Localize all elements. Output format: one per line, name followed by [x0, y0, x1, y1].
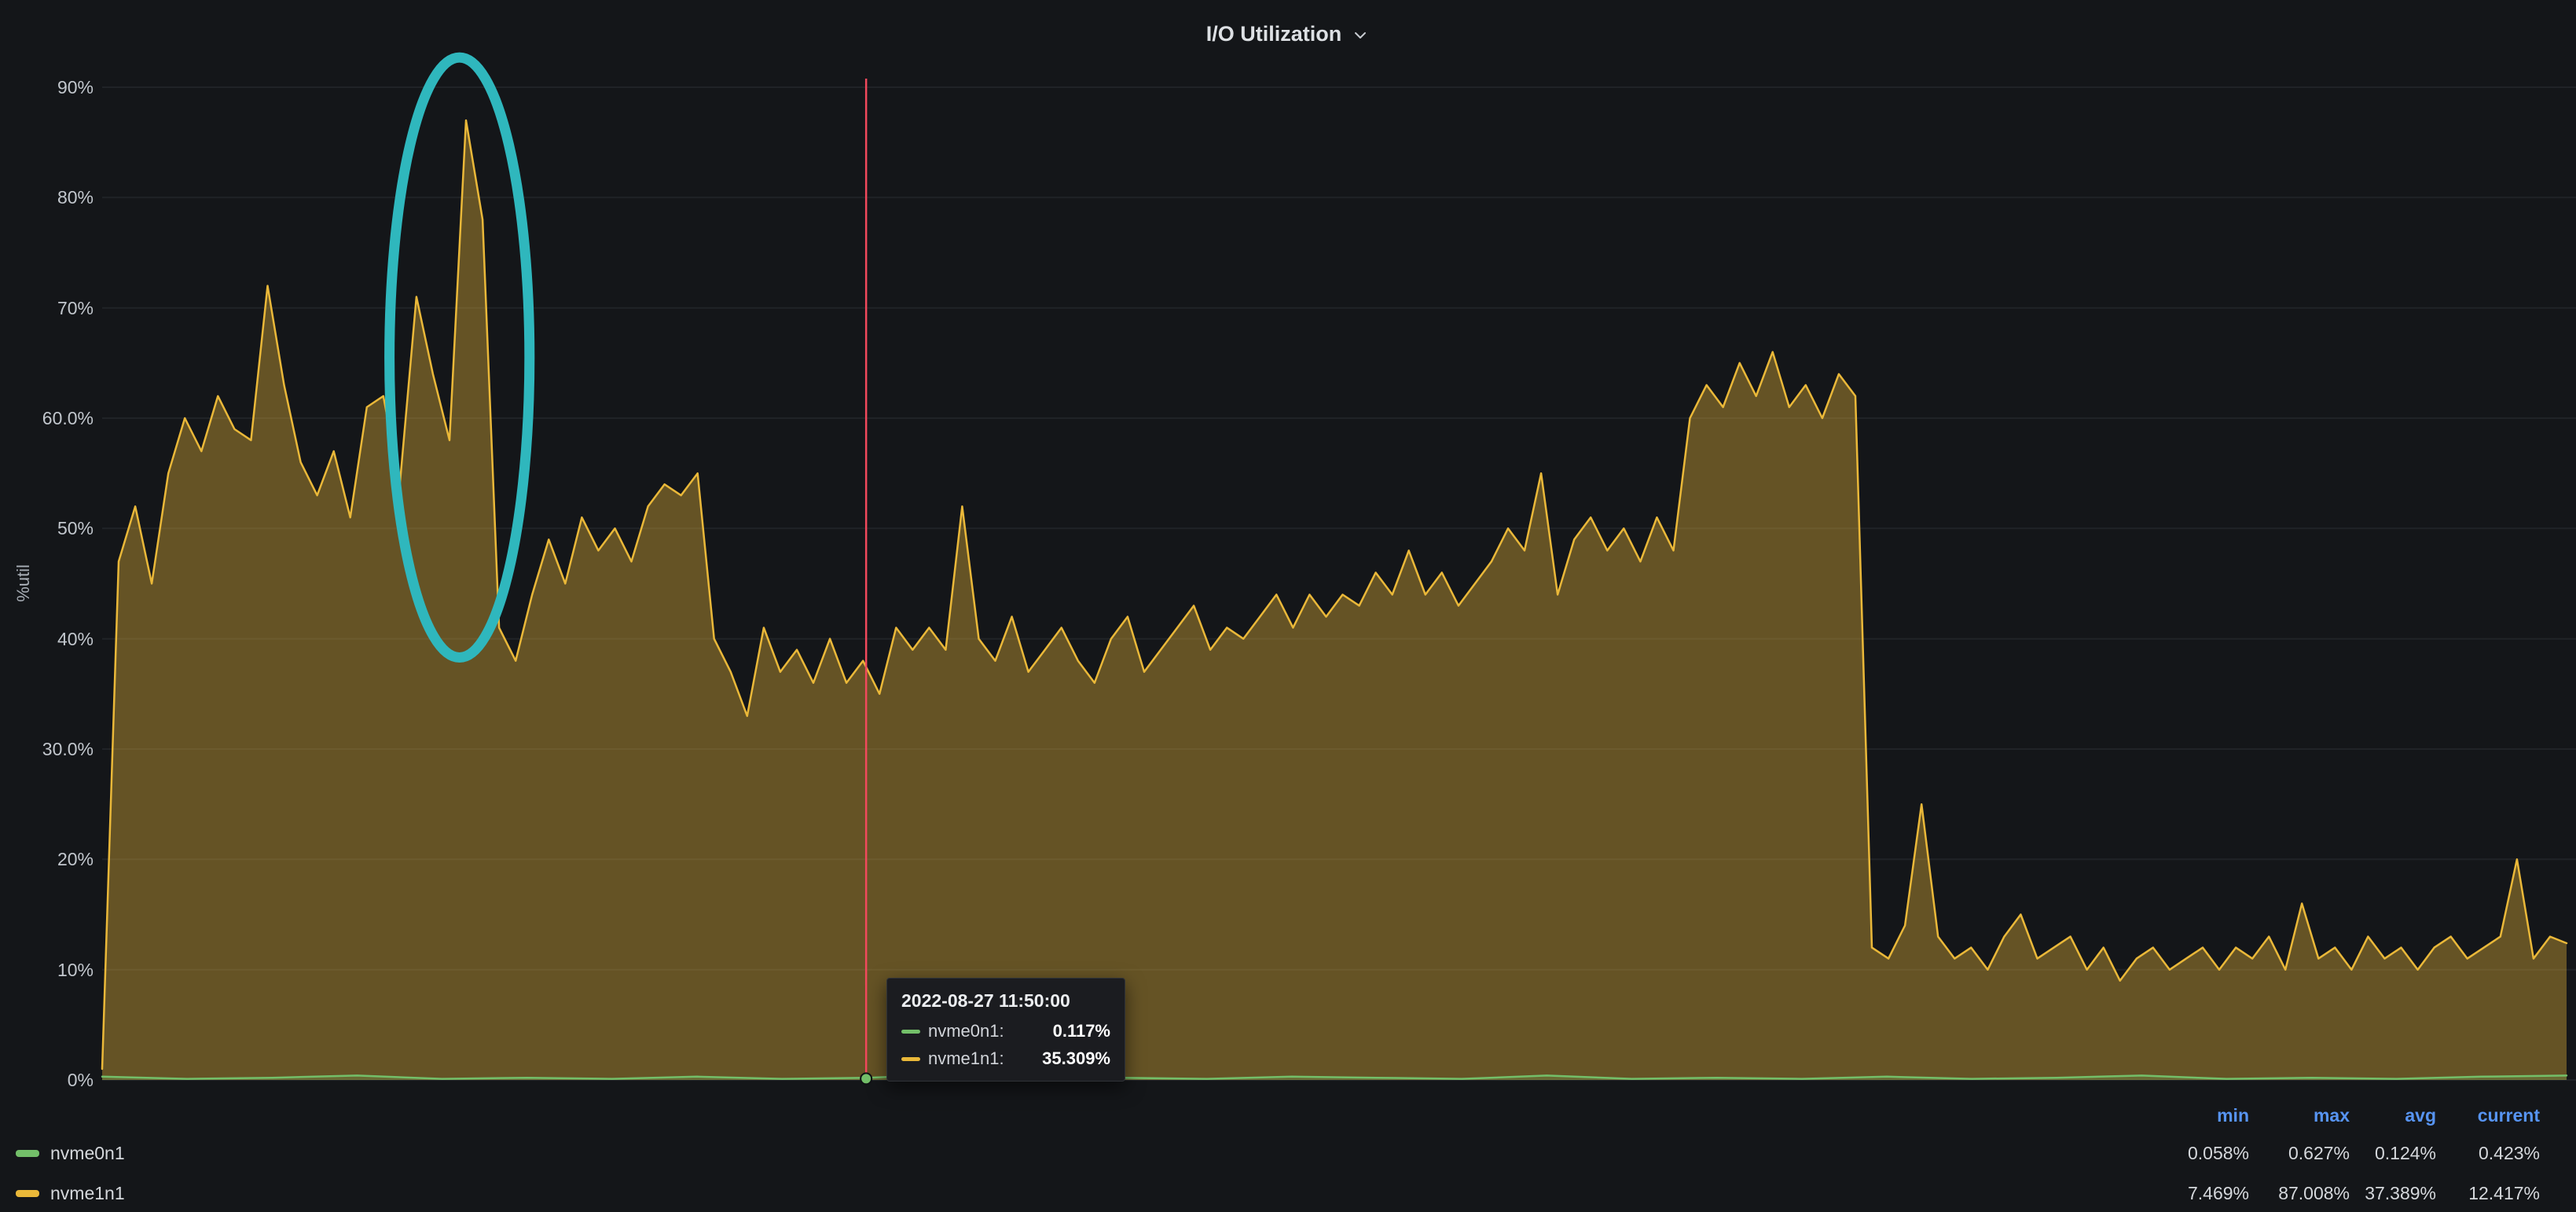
y-tick-label: 60.0% [0, 407, 94, 429]
y-tick-label: 0% [0, 1069, 94, 1091]
legend-series-swatch-icon [16, 1150, 39, 1157]
tooltip-series-value: 0.117% [1053, 1021, 1110, 1041]
y-tick-label: 70% [0, 297, 94, 319]
legend-value-current: 12.417% [2436, 1183, 2540, 1204]
y-tick-label: 10% [0, 959, 94, 981]
series-area-nvme1n1 [102, 120, 2567, 1080]
legend-header-min[interactable]: min [2147, 1105, 2249, 1126]
tooltip-series-value: 35.309% [1042, 1049, 1110, 1069]
tooltip-row: nvme0n1: 0.117% [901, 1021, 1110, 1041]
chevron-down-icon [1351, 26, 1370, 45]
legend-series-name: nvme1n1 [50, 1183, 125, 1204]
y-tick-label: 90% [0, 76, 94, 98]
legend-series-toggle[interactable]: nvme1n1 [0, 1183, 2147, 1204]
io-utilization-panel: I/O Utilization %util 0%10%20%30.0%40%50… [0, 0, 2576, 1212]
legend-series-name: nvme0n1 [50, 1143, 125, 1164]
legend-header-avg[interactable]: avg [2350, 1105, 2436, 1126]
hover-point [861, 1073, 872, 1084]
legend-row-nvme0n1: nvme0n1 0.058%0.627%0.124%0.423% [0, 1133, 2576, 1173]
y-tick-label: 40% [0, 628, 94, 650]
legend-header-row: minmaxavgcurrent [0, 1097, 2576, 1133]
legend-header-max[interactable]: max [2249, 1105, 2350, 1126]
legend-value-current: 0.423% [2436, 1143, 2540, 1164]
legend-row-nvme1n1: nvme1n1 7.469%87.008%37.389%12.417% [0, 1173, 2576, 1212]
legend-series-toggle[interactable]: nvme0n1 [0, 1143, 2147, 1164]
legend-value-max: 87.008% [2249, 1183, 2350, 1204]
y-tick-label: 20% [0, 848, 94, 870]
chart-canvas[interactable] [0, 0, 2576, 1212]
y-axis-ticks: 0% 10% 20% 30.0% 40% 50% 60.0% 70% 80% 90% [0, 0, 94, 1212]
y-tick-label: 80% [0, 186, 94, 208]
y-tick-label: 30.0% [0, 738, 94, 760]
legend: minmaxavgcurrent nvme0n1 0.058%0.627%0.124… [0, 1097, 2576, 1212]
legend-value-avg: 0.124% [2350, 1143, 2436, 1164]
legend-value-max: 0.627% [2249, 1143, 2350, 1164]
tooltip-series-swatch-icon [901, 1030, 920, 1034]
tooltip-row: nvme1n1: 35.309% [901, 1049, 1110, 1069]
y-tick-label: 50% [0, 517, 94, 539]
legend-value-avg: 37.389% [2350, 1183, 2436, 1204]
legend-header-current[interactable]: current [2436, 1105, 2540, 1126]
legend-series-swatch-icon [16, 1190, 39, 1197]
panel-title: I/O Utilization [1206, 22, 1342, 46]
tooltip-timestamp: 2022-08-27 11:50:00 [901, 990, 1110, 1012]
panel-title-menu[interactable]: I/O Utilization [0, 11, 2576, 57]
tooltip-rows: nvme0n1: 0.117% nvme1n1: 35.309% [901, 1021, 1110, 1069]
tooltip: 2022-08-27 11:50:00 nvme0n1: 0.117% nvme1n… [886, 978, 1125, 1082]
legend-value-min: 7.469% [2147, 1183, 2249, 1204]
tooltip-series-name: nvme0n1: [928, 1021, 1004, 1041]
tooltip-series-swatch-icon [901, 1057, 920, 1061]
legend-value-min: 0.058% [2147, 1143, 2249, 1164]
tooltip-series-name: nvme1n1: [928, 1049, 1004, 1069]
